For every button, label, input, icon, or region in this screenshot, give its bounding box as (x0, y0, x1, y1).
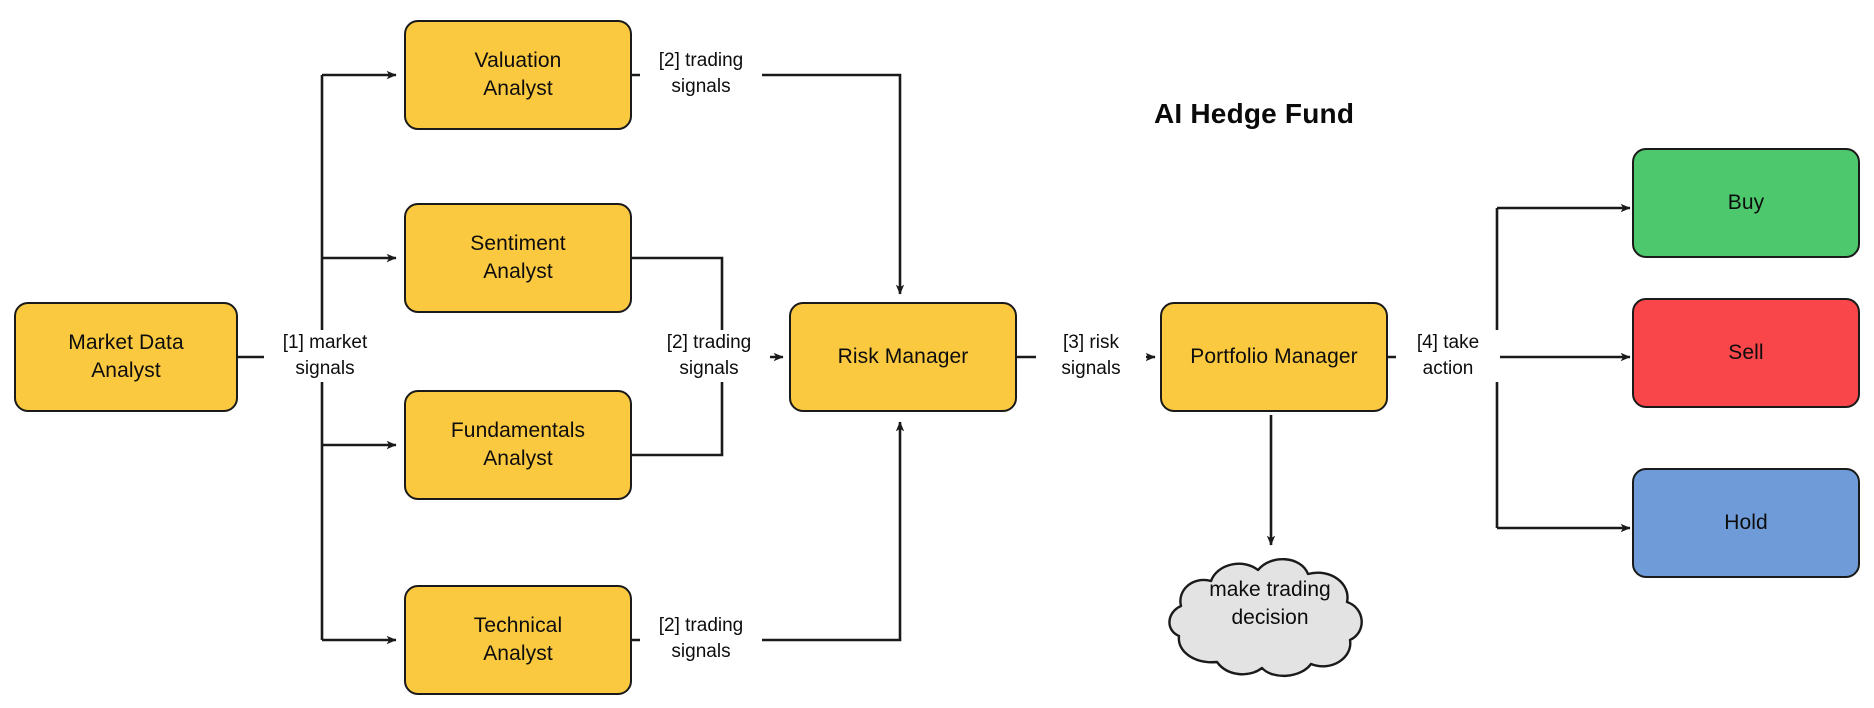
node-market-data-analyst[interactable]: Market Data Analyst (14, 302, 238, 412)
node-risk-manager[interactable]: Risk Manager (789, 302, 1017, 412)
node-portfolio-manager[interactable]: Portfolio Manager (1160, 302, 1388, 412)
node-fundamentals-analyst[interactable]: Fundamentals Analyst (404, 390, 632, 500)
edge-valuation-to-risk (632, 73, 905, 295)
page-title: AI Hedge Fund (1154, 98, 1355, 129)
node-hold[interactable]: Hold (1632, 468, 1860, 578)
edge-label-take-action: [4] take action (1396, 330, 1500, 382)
edge-label-trading-signals-mid: [2] trading signals (648, 330, 770, 382)
edge-label-risk-signals: [3] risk signals (1036, 330, 1146, 382)
node-technical-analyst[interactable]: Technical Analyst (404, 585, 632, 695)
node-valuation-analyst[interactable]: Valuation Analyst (404, 20, 632, 130)
trading-decision-cloud (1155, 550, 1385, 680)
node-sell[interactable]: Sell (1632, 298, 1860, 408)
node-sentiment-analyst[interactable]: Sentiment Analyst (404, 203, 632, 313)
cloud-icon (1168, 557, 1363, 677)
diagram-canvas: make trading decision Market Data Analys… (0, 0, 1874, 708)
edge-technical-to-risk (632, 421, 905, 642)
edge-label-trading-signals-technical: [2] trading signals (640, 613, 762, 665)
node-buy[interactable]: Buy (1632, 148, 1860, 258)
edge-label-trading-signals-valuation: [2] trading signals (640, 48, 762, 100)
edge-label-market-signals: [1] market signals (264, 330, 386, 382)
